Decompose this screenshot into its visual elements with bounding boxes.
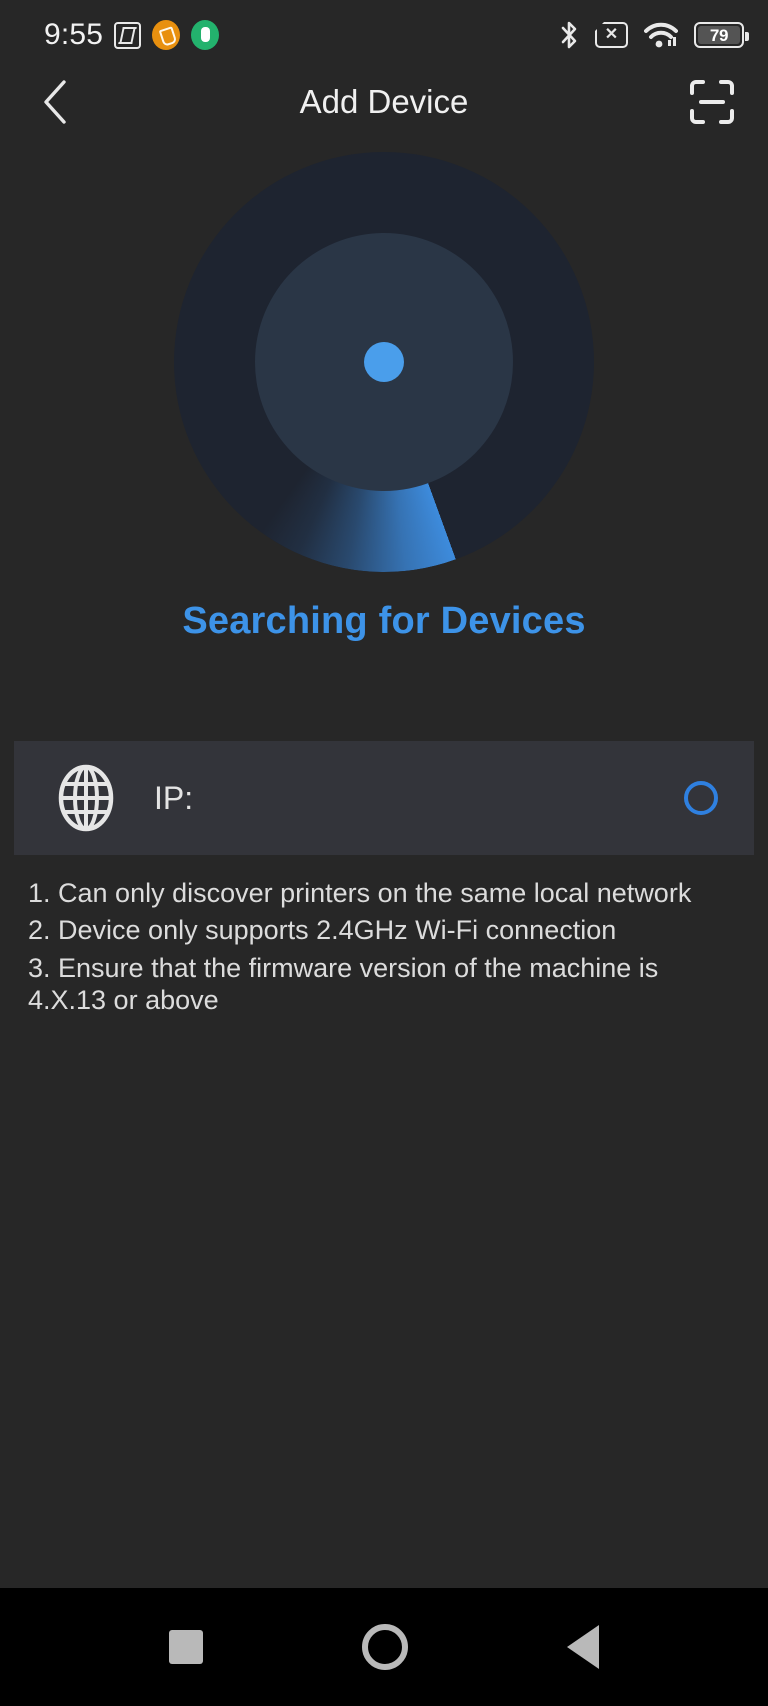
requirements-notes: 1. Can only discover printers on the sam…: [0, 855, 768, 1022]
phone-screen: 9:55 ✕ 79 Add Device Searching for Devic…: [0, 0, 768, 1706]
status-bar: 9:55 ✕ 79: [0, 0, 768, 70]
home-circle-icon[interactable]: [361, 1624, 408, 1670]
orange-badge-icon: [152, 20, 181, 50]
note-line-2: 2. Device only supports 2.4GHz Wi-Fi con…: [28, 915, 617, 946]
battery-icon: 79: [694, 22, 749, 48]
no-sim-icon: ✕: [594, 21, 628, 48]
battery-percent-label: 79: [709, 25, 729, 45]
page-title: Add Device: [299, 83, 469, 120]
bluetooth-icon: [559, 20, 579, 50]
radar-center-dot: [364, 342, 404, 382]
app-bar: Add Device: [0, 70, 768, 134]
status-bar-right: ✕ 79: [559, 20, 749, 50]
radar-animation-area: [0, 134, 768, 582]
green-shield-icon: [191, 20, 220, 50]
note-line-3: 3. Ensure that the firmware version of t…: [28, 952, 659, 1016]
status-bar-left: 9:55: [44, 18, 220, 51]
qr-scan-icon: [690, 80, 734, 124]
note-line-1: 1. Can only discover printers on the sam…: [28, 878, 692, 908]
loading-ring-icon[interactable]: [684, 781, 718, 815]
scan-qr-button[interactable]: [686, 76, 738, 128]
recents-square-icon[interactable]: [169, 1630, 204, 1664]
android-nav-bar: [0, 1588, 768, 1706]
radar-outer-circle: [174, 152, 594, 572]
searching-status-label: Searching for Devices: [182, 600, 586, 642]
back-button[interactable]: [30, 76, 82, 128]
status-bar-clock: 9:55: [44, 18, 104, 51]
globe-icon: [52, 764, 120, 832]
ip-label: IP:: [154, 779, 194, 816]
nfc-icon: [114, 21, 142, 49]
wifi-icon: [644, 22, 678, 49]
ip-device-row[interactable]: IP:: [14, 741, 754, 855]
chevron-left-icon: [44, 80, 66, 124]
back-triangle-icon[interactable]: [566, 1625, 599, 1669]
